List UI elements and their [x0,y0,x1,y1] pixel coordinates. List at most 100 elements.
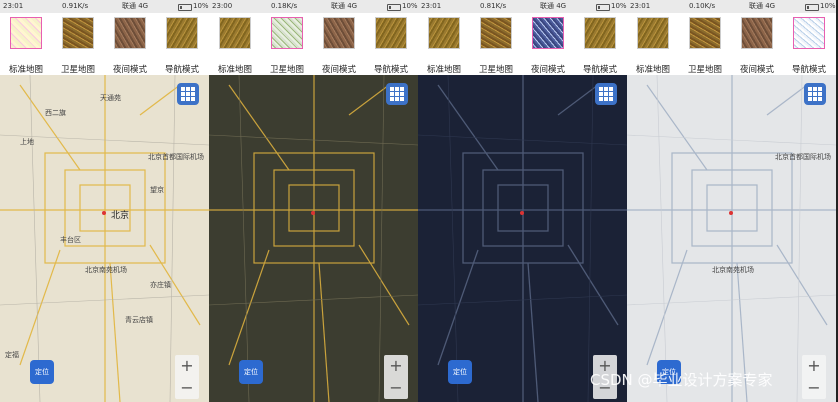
network-speed: 0.81K/s [480,2,507,10]
status-time: 23:01 [3,2,24,10]
zoom-control: + − [802,355,826,399]
mode-label: 标准地图 [635,65,670,75]
map-label-fengtai: 丰台区 [60,236,81,244]
night-map-thumbnail [741,17,773,49]
map-roads [418,75,627,402]
map-label-wangjing: 望京 [150,186,164,194]
screen-navigation-map: 23:01 0.10K/s 联通 4G 10% 标准地图 卫星地图 夜间模式 导… [627,0,836,402]
layers-grid-button[interactable] [804,83,826,105]
mode-navigation[interactable]: 导航模式 [574,17,626,75]
mode-standard[interactable]: 标准地图 [209,17,261,75]
mode-standard[interactable]: 标准地图 [418,17,470,75]
map-label-airport: 北京首都国际机场 [775,153,831,161]
layers-grid-button[interactable] [177,83,199,105]
mode-label: 卫星地图 [269,65,304,75]
mode-night[interactable]: 夜间模式 [313,17,365,75]
status-bar: 23:01 0.81K/s 联通 4G 10% [418,0,627,13]
mode-satellite[interactable]: 卫星地图 [52,17,104,75]
map-roads [0,75,209,402]
map-roads [209,75,418,402]
screen-standard-map: 23:01 0.91K/s 联通 4G 10% 标准地图 卫星地图 夜间模式 导… [0,0,209,402]
layers-grid-button[interactable] [595,83,617,105]
satellite-map-thumbnail [480,17,512,49]
status-time: 23:00 [212,2,233,10]
map-label-shangdi: 上地 [20,138,34,146]
map-label-beijing: 北京 [111,211,130,221]
zoom-in-button[interactable]: + [802,355,826,377]
map-view[interactable]: 北京首都国际机场 北京南苑机场 定位 + − [627,75,836,402]
battery-percent: 10% [402,2,418,10]
mode-satellite[interactable]: 卫星地图 [679,17,731,75]
zoom-out-button[interactable]: − [802,377,826,399]
network-speed: 0.10K/s [689,2,716,10]
carrier-label: 联通 4G [122,2,149,10]
mode-night[interactable]: 夜间模式 [522,17,574,75]
mode-label: 卫星地图 [478,65,513,75]
mode-satellite[interactable]: 卫星地图 [470,17,522,75]
mode-standard[interactable]: 标准地图 [627,17,679,75]
night-map-thumbnail [532,17,564,49]
mode-label: 夜间模式 [112,65,147,75]
watermark-text: CSDN @毕业设计方案专家 [590,371,773,389]
locate-button[interactable]: 定位 [239,360,263,384]
night-map-thumbnail [114,17,146,49]
mode-label: 夜间模式 [739,65,774,75]
battery-icon [387,4,401,11]
battery-icon [178,4,192,11]
standard-map-thumbnail [219,17,251,49]
mode-label: 卫星地图 [687,65,722,75]
battery-percent: 10% [611,2,627,10]
map-mode-bar: 标准地图 卫星地图 夜间模式 导航模式 [418,13,627,75]
mode-navigation[interactable]: 导航模式 [156,17,208,75]
zoom-in-button[interactable]: + [384,355,408,377]
status-bar: 23:00 0.18K/s 联通 4G 10% [209,0,418,13]
locate-button[interactable]: 定位 [448,360,472,384]
screen-night-map: 23:01 0.81K/s 联通 4G 10% 标准地图 卫星地图 夜间模式 导… [418,0,627,402]
status-bar: 23:01 0.91K/s 联通 4G 10% [0,0,209,13]
standard-map-thumbnail [10,17,42,49]
mode-navigation[interactable]: 导航模式 [783,17,835,75]
map-mode-bar: 标准地图 卫星地图 夜间模式 导航模式 [0,13,209,75]
status-bar: 23:01 0.10K/s 联通 4G 10% [627,0,836,13]
screen-satellite-map: 23:00 0.18K/s 联通 4G 10% 标准地图 卫星地图 夜间模式 导… [209,0,418,402]
zoom-out-button[interactable]: − [384,377,408,399]
mode-standard[interactable]: 标准地图 [0,17,52,75]
navigation-map-thumbnail [793,17,825,49]
map-view[interactable]: 定位 + − [418,75,627,402]
map-label-yizhuang: 亦庄镇 [150,281,171,289]
mode-label: 标准地图 [217,65,252,75]
map-label-xierqi: 西二旗 [45,109,66,117]
map-view[interactable]: 北京 北京首都国际机场 北京南苑机场 天通苑 上地 西二旗 丰台区 望京 亦庄镇… [0,75,209,402]
locate-button[interactable]: 定位 [30,360,54,384]
map-view[interactable]: 定位 + − [209,75,418,402]
battery-percent: 10% [193,2,209,10]
carrier-label: 联通 4G [540,2,567,10]
mode-satellite[interactable]: 卫星地图 [261,17,313,75]
layers-grid-button[interactable] [386,83,408,105]
mode-label: 导航模式 [373,65,408,75]
zoom-in-button[interactable]: + [175,355,199,377]
map-label-tiantongyuan: 天通苑 [100,94,121,102]
zoom-control: + − [384,355,408,399]
mode-night[interactable]: 夜间模式 [104,17,156,75]
night-map-thumbnail [323,17,355,49]
mode-label: 导航模式 [582,65,617,75]
map-mode-bar: 标准地图 卫星地图 夜间模式 导航模式 [209,13,418,75]
battery-percent: 10% [820,2,836,10]
mode-label: 标准地图 [8,65,43,75]
battery-icon [596,4,610,11]
mode-label: 夜间模式 [530,65,565,75]
mode-navigation[interactable]: 导航模式 [365,17,417,75]
battery-icon [805,4,819,11]
map-mode-bar: 标准地图 卫星地图 夜间模式 导航模式 [627,13,836,75]
status-time: 23:01 [630,2,651,10]
network-speed: 0.18K/s [271,2,298,10]
map-roads [627,75,836,402]
zoom-out-button[interactable]: − [175,377,199,399]
standard-map-thumbnail [428,17,460,49]
mode-label: 导航模式 [791,65,826,75]
mode-night[interactable]: 夜间模式 [731,17,783,75]
carrier-label: 联通 4G [331,2,358,10]
navigation-map-thumbnail [375,17,407,49]
satellite-map-thumbnail [271,17,303,49]
